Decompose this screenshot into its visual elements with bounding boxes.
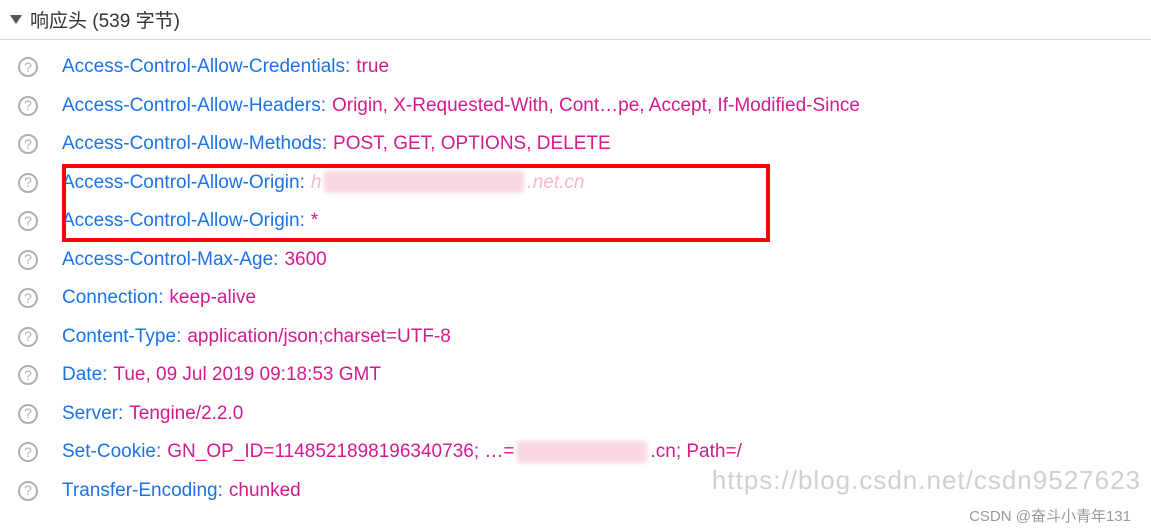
help-icon[interactable]: ? [18,327,38,347]
response-headers-toggle[interactable]: 响应头 (539 字节) [0,0,1151,40]
header-row: ? Access-Control-Allow-Headers: Origin, … [18,87,1151,126]
section-title: 响应头 (539 字节) [30,6,180,33]
value-prefix: GN_OP_ID=1148521898196340736; …= [167,441,514,462]
header-name: Date [62,361,102,390]
header-name: Content-Type [62,323,176,352]
header-colon: : [118,400,123,429]
header-colon: : [300,207,305,236]
header-value: * [311,207,318,236]
header-name: Set-Cookie [62,438,156,467]
header-value: true [356,53,389,82]
help-icon[interactable]: ? [18,57,38,77]
header-colon: : [176,323,181,352]
header-value: Tue, 09 Jul 2019 09:18:53 GMT [113,361,381,390]
header-colon: : [273,246,278,275]
header-value: application/json;charset=UTF-8 [187,323,451,352]
help-icon[interactable]: ? [18,96,38,116]
header-name: Access-Control-Max-Age [62,246,273,275]
help-icon[interactable]: ? [18,481,38,501]
header-row: ? Date: Tue, 09 Jul 2019 09:18:53 GMT [18,356,1151,395]
header-colon: : [300,169,305,198]
header-row: ? Server: Tengine/2.2.0 [18,395,1151,434]
help-icon[interactable]: ? [18,442,38,462]
value-suffix: .net.cn [527,172,584,193]
help-icon[interactable]: ? [18,365,38,385]
header-colon: : [158,284,163,313]
help-icon[interactable]: ? [18,134,38,154]
header-value: Tengine/2.2.0 [129,400,243,429]
help-icon[interactable]: ? [18,404,38,424]
header-colon: : [102,361,107,390]
header-name: Connection [62,284,158,313]
headers-list: ? Access-Control-Allow-Credentials: true… [0,40,1151,510]
help-icon[interactable]: ? [18,250,38,270]
help-icon[interactable]: ? [18,211,38,231]
header-name: Access-Control-Allow-Credentials [62,53,345,82]
header-colon: : [345,53,350,82]
value-prefix: h [311,172,322,193]
header-name: Access-Control-Allow-Origin [62,169,300,198]
header-value: h .net.cn [311,169,585,198]
header-name: Access-Control-Allow-Headers [62,92,321,121]
header-row: ? Access-Control-Max-Age: 3600 [18,241,1151,280]
header-row: ? Access-Control-Allow-Methods: POST, GE… [18,125,1151,164]
header-colon: : [156,438,161,467]
header-name: Access-Control-Allow-Origin [62,207,300,236]
header-name: Server [62,400,118,429]
header-row: ? Set-Cookie: GN_OP_ID=11485218981963407… [18,433,1151,472]
help-icon[interactable]: ? [18,288,38,308]
redacted-block [324,171,524,193]
header-name: Transfer-Encoding [62,477,218,506]
value-suffix: .cn; Path=/ [650,441,741,462]
header-colon: : [218,477,223,506]
header-row: ? Access-Control-Allow-Credentials: true [18,48,1151,87]
header-value: Origin, X-Requested-With, Cont…pe, Accep… [332,92,860,121]
header-row: ? Transfer-Encoding: chunked [18,472,1151,511]
header-row: ? Connection: keep-alive [18,279,1151,318]
collapse-triangle-icon [10,15,22,24]
header-name: Access-Control-Allow-Methods [62,130,322,159]
header-value: chunked [229,477,301,506]
header-value: 3600 [284,246,326,275]
header-value: keep-alive [169,284,256,313]
help-icon[interactable]: ? [18,173,38,193]
header-value: GN_OP_ID=1148521898196340736; …= .cn; Pat… [167,438,742,467]
header-row: ? Access-Control-Allow-Origin: * [18,202,1151,241]
header-colon: : [321,92,326,121]
header-row: ? Access-Control-Allow-Origin: h .net.cn [18,164,1151,203]
redacted-block [517,441,647,463]
header-colon: : [322,130,327,159]
header-value: POST, GET, OPTIONS, DELETE [333,130,611,159]
header-row: ? Content-Type: application/json;charset… [18,318,1151,357]
